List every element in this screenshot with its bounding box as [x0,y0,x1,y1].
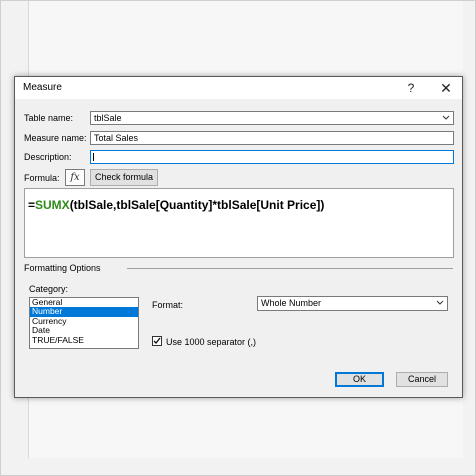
use-1000-separator-label: Use 1000 separator (,) [166,337,257,347]
measure-name-label: Measure name: [24,133,87,143]
measure-dialog: Measure ? ✕ Table name: tblSale Measure … [14,76,463,398]
check-formula-button[interactable]: Check formula [90,169,158,186]
formula-editor[interactable]: =SUMX(tblSale,tblSale[Quantity]*tblSale[… [24,188,454,258]
background-right [463,0,476,476]
format-label: Format: [152,300,184,310]
category-listbox[interactable]: General Number Currency Date TRUE/FALSE [29,297,139,349]
formula-prefix: = [28,198,36,212]
fx-icon[interactable]: fx [65,169,85,186]
text-caret [93,153,94,161]
section-divider [127,268,453,269]
formatting-options-title: Formatting Options [24,263,101,273]
formula-label: Formula: [24,173,60,183]
format-dropdown[interactable]: Whole Number [257,296,448,311]
category-item-true-false[interactable]: TRUE/FALSE [30,335,138,345]
ok-button[interactable]: OK [335,372,384,387]
table-name-value: tblSale [94,113,122,123]
dialog-title: Measure [23,82,62,93]
formula-function: SUMX [35,198,70,212]
checkmark-icon [153,337,161,344]
formula-text: =SUMX(tblSale,tblSale[Quantity]*tblSale[… [28,198,324,212]
formula-args: (tblSale,tblSale[Quantity]*tblSale[Unit … [69,198,325,212]
table-name-label: Table name: [24,113,74,123]
table-name-dropdown[interactable]: tblSale [90,111,454,125]
format-value: Whole Number [261,298,322,308]
help-button[interactable]: ? [396,77,426,99]
chevron-down-icon [436,300,444,305]
category-label: Category: [29,284,69,294]
description-input[interactable] [90,150,454,164]
use-1000-separator-checkbox[interactable] [152,336,162,346]
measure-name-value: Total Sales [94,133,139,143]
title-bar: Measure ? ✕ [15,77,462,99]
background-window [28,0,465,80]
close-button[interactable]: ✕ [431,77,461,99]
cancel-button[interactable]: Cancel [396,372,448,387]
description-label: Description: [24,152,72,162]
chevron-down-icon [442,115,450,120]
background-window-bottom [28,398,465,458]
measure-name-input[interactable]: Total Sales [90,131,454,145]
